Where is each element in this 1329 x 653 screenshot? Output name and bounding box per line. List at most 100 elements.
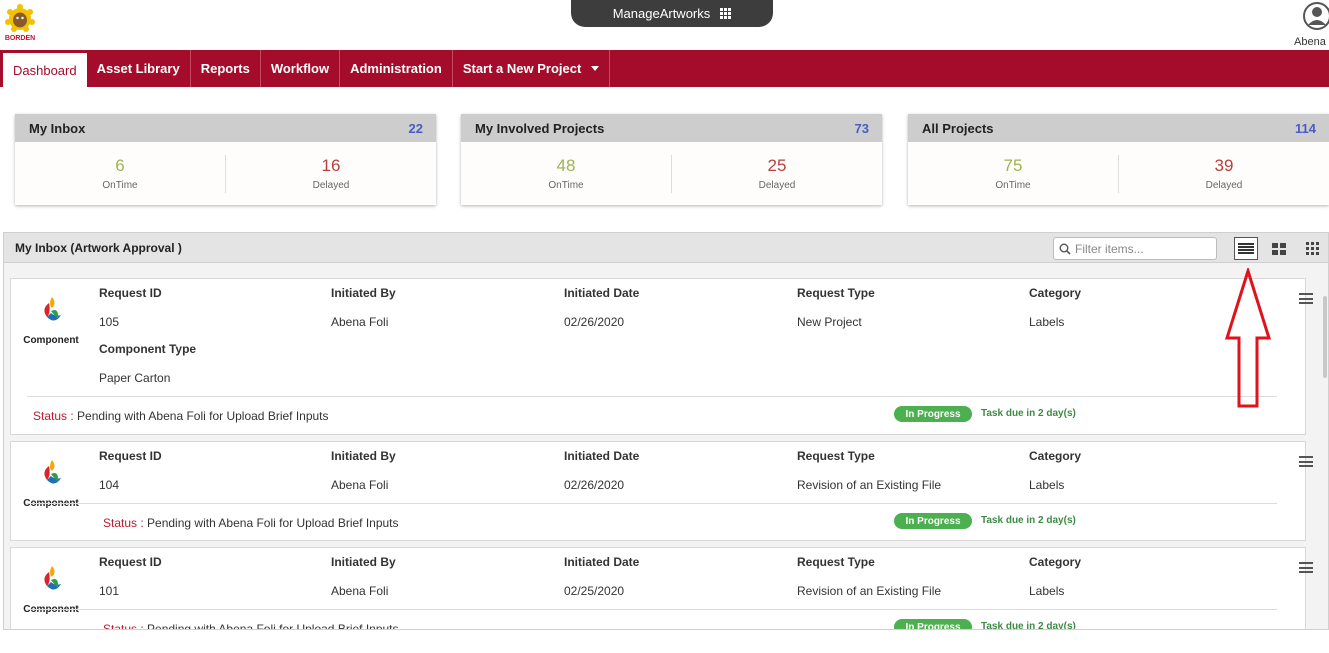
initiated-by-value: Abena Foli: [331, 315, 389, 329]
summary-card-my-inbox[interactable]: My Inbox 22 6 OnTime 16 Delayed: [15, 114, 436, 205]
inbox-panel-title: My Inbox (Artwork Approval ): [15, 241, 182, 255]
stat-ontime-value: 6: [115, 156, 125, 175]
apps-grid-icon[interactable]: [720, 8, 732, 19]
request-id-label: Request ID: [99, 286, 162, 300]
component-type-value: Paper Carton: [99, 371, 171, 385]
grid-view-button[interactable]: [1300, 237, 1324, 260]
item-divider: [27, 609, 1277, 610]
initiated-by-label: Initiated By: [331, 555, 396, 569]
category-value: Labels: [1029, 315, 1065, 329]
card-count[interactable]: 114: [1295, 121, 1316, 136]
status-badge: In Progress: [894, 619, 972, 629]
inbox-item[interactable]: Component Request ID 105 Initiated By Ab…: [10, 278, 1313, 435]
request-type-label: Request Type: [797, 286, 875, 300]
component-label: Component: [23, 335, 79, 346]
category-label: Category: [1029, 449, 1082, 463]
card-title: My Involved Projects: [475, 120, 605, 136]
stat-delayed[interactable]: 39 Delayed: [1118, 154, 1329, 193]
summary-card-my-involved-projects[interactable]: My Involved Projects 73 48 OnTime 25 Del…: [461, 114, 882, 205]
nav-dashboard[interactable]: Dashboard: [3, 53, 87, 87]
item-divider: [27, 503, 1277, 504]
stat-delayed-value: 25: [767, 156, 787, 175]
list-view-button[interactable]: [1234, 237, 1258, 260]
due-text: Task due in 2 day(s): [981, 515, 1076, 526]
hamburger-menu-icon[interactable]: [1299, 562, 1313, 573]
request-type-label: Request Type: [797, 555, 875, 569]
user-avatar-icon[interactable]: [1303, 1, 1329, 33]
summary-card-all-projects[interactable]: All Projects 114 75 OnTime 39 Delayed: [908, 114, 1329, 205]
initiated-date-label: Initiated Date: [564, 286, 640, 300]
component-logo: Component: [21, 564, 81, 615]
request-type-value: New Project: [797, 315, 862, 329]
initiated-date-label: Initiated Date: [564, 555, 640, 569]
category-value: Labels: [1029, 478, 1065, 492]
nav-asset-library[interactable]: Asset Library: [87, 50, 191, 87]
hamburger-menu-icon[interactable]: [1299, 456, 1313, 467]
filter-input[interactable]: [1075, 241, 1210, 256]
status-label: Status :: [103, 516, 144, 530]
card-title: All Projects: [922, 120, 994, 136]
initiated-by-label: Initiated By: [331, 449, 396, 463]
request-id-label: Request ID: [99, 555, 162, 569]
request-type-label: Request Type: [797, 449, 875, 463]
scrollbar-thumb[interactable]: [1323, 296, 1327, 378]
nav-reports[interactable]: Reports: [191, 50, 261, 87]
hamburger-menu-icon[interactable]: [1299, 293, 1313, 304]
stat-ontime-value: 75: [1003, 156, 1023, 175]
initiated-by-value: Abena Foli: [331, 584, 389, 598]
stat-delayed[interactable]: 25 Delayed: [671, 154, 882, 193]
nav-administration[interactable]: Administration: [340, 50, 453, 87]
user-menu[interactable]: Abena: [1290, 0, 1329, 50]
app-header: BORDEN ManageArtworks Abena: [0, 0, 1329, 50]
status-badge: In Progress: [894, 513, 972, 529]
stat-delayed[interactable]: 16 Delayed: [225, 154, 436, 193]
inbox-panel-header: My Inbox (Artwork Approval ): [4, 233, 1328, 263]
search-icon: [1059, 243, 1071, 255]
stat-ontime-value: 48: [556, 156, 576, 175]
stat-ontime-label: OnTime: [548, 180, 584, 191]
status-text: Status : Pending with Abena Foli for Upl…: [33, 409, 329, 423]
nav-start-new-project-label: Start a New Project: [462, 61, 582, 76]
app-name: ManageArtworks: [612, 6, 711, 21]
request-type-value: Revision of an Existing File: [797, 584, 942, 598]
request-type-value: Revision of an Existing File: [797, 478, 942, 492]
stat-ontime[interactable]: 6 OnTime: [15, 156, 225, 191]
due-text: Task due in 2 day(s): [981, 408, 1076, 419]
app-switcher[interactable]: ManageArtworks: [571, 0, 773, 27]
card-title: My Inbox: [29, 120, 86, 136]
request-id-value[interactable]: 105: [99, 315, 119, 329]
filter-box[interactable]: [1053, 237, 1217, 260]
nav-workflow[interactable]: Workflow: [261, 50, 341, 87]
inbox-item[interactable]: Component Request ID 104 Initiated By Ab…: [10, 441, 1313, 541]
card-count[interactable]: 22: [409, 121, 423, 136]
status-text: Status : Pending with Abena Foli for Upl…: [103, 516, 399, 530]
component-icon: [44, 460, 61, 484]
request-id-value[interactable]: 104: [99, 478, 119, 492]
component-icon: [44, 297, 61, 321]
stat-delayed-value: 39: [1214, 156, 1234, 175]
stat-delayed-label: Delayed: [1205, 180, 1243, 191]
stat-ontime[interactable]: 48 OnTime: [461, 156, 671, 191]
nav-start-new-project[interactable]: Start a New Project: [453, 50, 611, 87]
chevron-down-icon: [591, 66, 600, 71]
card-count[interactable]: 73: [855, 121, 869, 136]
due-text: Task due in 2 day(s): [981, 621, 1076, 630]
request-id-value[interactable]: 101: [99, 584, 119, 598]
status-badge: In Progress: [894, 406, 972, 422]
status-text: Status : Pending with Abena Foli for Upl…: [103, 622, 399, 630]
user-name: Abena: [1294, 36, 1326, 48]
status-label: Status :: [103, 622, 144, 630]
main-nav: Dashboard Asset Library Reports Workflow…: [0, 50, 1329, 87]
stat-delayed-value: 16: [321, 156, 341, 175]
stat-ontime[interactable]: 75 OnTime: [908, 156, 1118, 191]
card-view-button[interactable]: [1267, 237, 1291, 260]
inbox-item[interactable]: Component Request ID 101 Initiated By Ab…: [10, 547, 1313, 630]
initiated-date-label: Initiated Date: [564, 449, 640, 463]
initiated-date-value: 02/26/2020: [564, 478, 625, 492]
stat-delayed-label: Delayed: [312, 180, 350, 191]
card-view-icon: [1272, 242, 1286, 255]
stat-delayed-label: Delayed: [758, 180, 796, 191]
borden-logo[interactable]: BORDEN: [3, 4, 37, 42]
initiated-date-value: 02/26/2020: [564, 315, 625, 329]
request-id-label: Request ID: [99, 449, 162, 463]
